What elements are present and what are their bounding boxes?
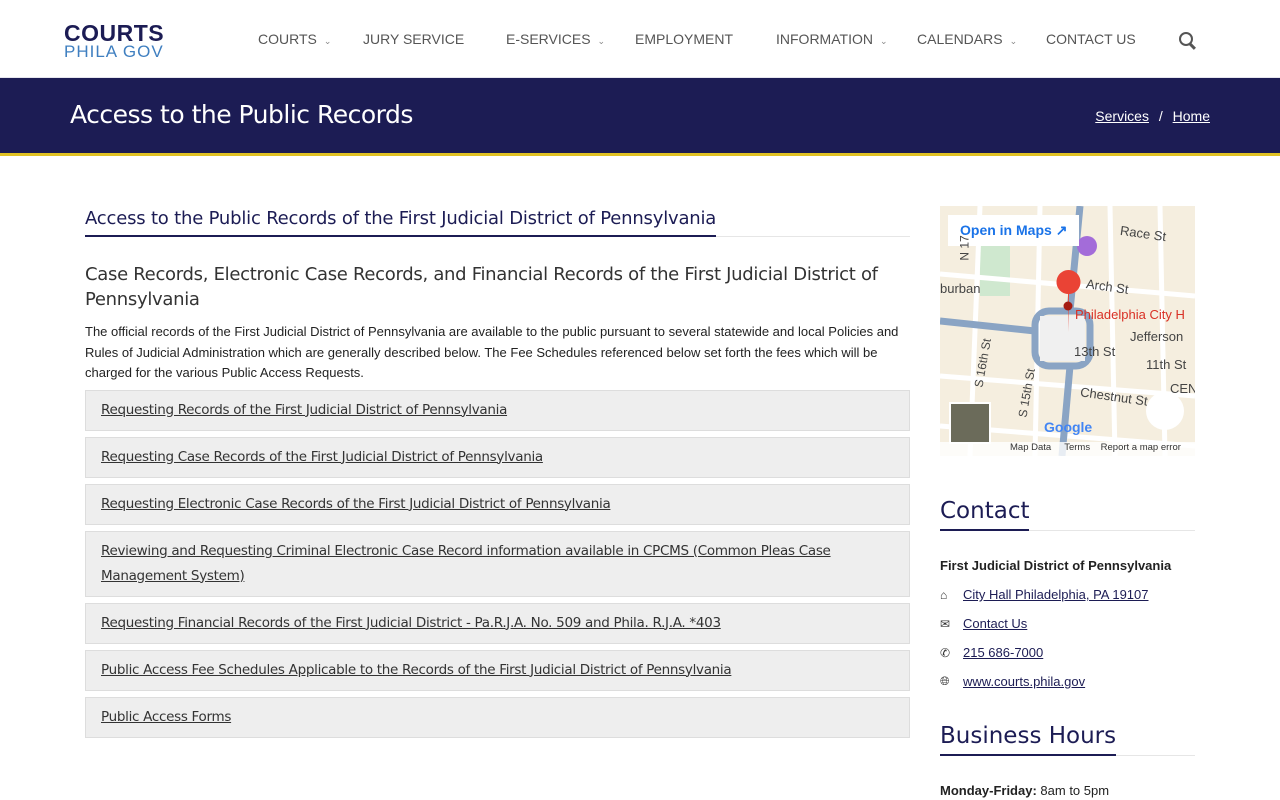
search-icon[interactable] [1179,32,1193,46]
home-icon: ⌂ [940,587,948,602]
globe-icon: 🌐︎ [940,674,950,688]
nav-calendars[interactable]: CALENDARS ⌄ [917,31,1017,47]
chevron-down-icon: ⌄ [323,36,332,46]
hours-heading: Business Hours [940,723,1117,756]
embedded-map[interactable]: Open in Maps ↗ Race St Arch St Jefferson… [940,206,1195,456]
main-content: Access to the Public Records of the Firs… [85,208,910,744]
map-place-label: Philadelphia City H [1075,307,1185,322]
map-label: 11th St [1146,357,1187,372]
map-label: Jefferson [1130,329,1184,344]
breadcrumb-separator: / [1158,108,1163,124]
sidebar: Open in Maps ↗ Race St Arch St Jefferson… [940,206,1195,798]
phone-link[interactable]: 215 686-7000 [963,645,1043,660]
nav-label: JURY SERVICE [363,31,465,47]
accordion-link[interactable]: Requesting Case Records of the First Jud… [101,449,543,465]
accordion-link[interactable]: Requesting Financial Records of the Firs… [101,615,721,631]
nav-employment[interactable]: EMPLOYMENT [635,31,733,47]
chevron-down-icon: ⌄ [597,36,606,46]
logo-line2: PHILA GOV [64,42,164,61]
nav-contact-us[interactable]: CONTACT US [1046,31,1136,47]
breadcrumb-home[interactable]: Home [1173,108,1210,124]
accordion-link[interactable]: Reviewing and Requesting Criminal Electr… [101,543,831,584]
accordion-link[interactable]: Public Access Fee Schedules Applicable t… [101,662,732,678]
nav-courts[interactable]: COURTS ⌄ [258,31,331,47]
nav-label: CALENDARS [917,31,1003,47]
open-in-maps-label: Open in Maps [960,222,1052,238]
nav-label: COURTS [258,31,317,47]
contact-us-link[interactable]: Contact Us [963,616,1027,631]
accordion-item[interactable]: Reviewing and Requesting Criminal Electr… [85,530,910,597]
nav-label: EMPLOYMENT [635,31,734,47]
map-label: burban [940,281,981,296]
accordion-item[interactable]: Requesting Case Records of the First Jud… [85,436,910,478]
site-header: COURTS PHILA GOV COURTS ⌄ JURY SERVICE E-… [0,0,1280,78]
intro-text: The official records of the First Judici… [85,324,899,380]
page-title: Access to the Public Records [70,100,413,129]
section-title: Access to the Public Records of the Firs… [85,208,716,237]
accordion-item[interactable]: Public Access Fee Schedules Applicable t… [85,649,910,691]
phone-icon: ✆ [940,645,951,660]
map-footer: Map Data Terms Report a map error [940,442,1195,456]
business-hours-section: Business Hours Monday-Friday: 8am to 5pm [940,723,1195,798]
map-label: CENT [1170,381,1195,396]
nav-label: INFORMATION [776,31,873,47]
accordion-item[interactable]: Requesting Electronic Case Records of th… [85,483,910,525]
envelope-icon: ✉ [940,616,951,631]
google-logo: Google [1044,419,1093,435]
accordion-link[interactable]: Requesting Electronic Case Records of th… [101,496,611,512]
nav-e-services[interactable]: E-SERVICES ⌄ [506,31,605,47]
chevron-down-icon: ⌄ [879,36,888,46]
map-report-link[interactable]: Report a map error [1101,442,1181,453]
nav-jury-service[interactable]: JURY SERVICE [363,31,464,47]
website-link[interactable]: www.courts.phila.gov [963,674,1085,689]
accordion-item[interactable]: Requesting Records of the First Judicial… [85,389,910,431]
external-link-icon: ↗ [1055,222,1068,238]
site-logo[interactable]: COURTS PHILA GOV [64,22,164,61]
map-data-link[interactable]: Map Data [1010,442,1051,453]
chevron-down-icon: ⌄ [1009,36,1018,46]
accordion-item[interactable]: Requesting Financial Records of the Firs… [85,602,910,644]
accordion-link[interactable]: Public Access Forms [101,709,231,725]
map-terms-link[interactable]: Terms [1064,442,1090,453]
nav-label: CONTACT US [1046,31,1136,47]
records-accordion: Requesting Records of the First Judicial… [85,389,910,738]
section-subtitle: Case Records, Electronic Case Records, a… [85,264,878,310]
contact-org: First Judicial District of Pennsylvania [940,558,1172,573]
map-label: 13th St [1074,344,1116,359]
accordion-link[interactable]: Requesting Records of the First Judicial… [101,402,507,418]
accordion-item[interactable]: Public Access Forms [85,696,910,738]
hours-label: Monday-Friday: [940,783,1037,798]
hours-value: 8am to 5pm [1040,783,1110,798]
breadcrumb-services[interactable]: Services [1095,108,1149,124]
nav-label: E-SERVICES [506,31,591,47]
contact-section: Contact First Judicial District of Penns… [940,498,1195,689]
breadcrumb: Services / Home [1095,108,1210,124]
address-link[interactable]: City Hall Philadelphia, PA 19107 [963,587,1149,602]
map-label: N 17 [957,235,972,261]
page-banner: Access to the Public Records Services / … [0,78,1280,156]
contact-heading: Contact [940,498,1030,531]
nav-information[interactable]: INFORMATION ⌄ [776,31,888,47]
